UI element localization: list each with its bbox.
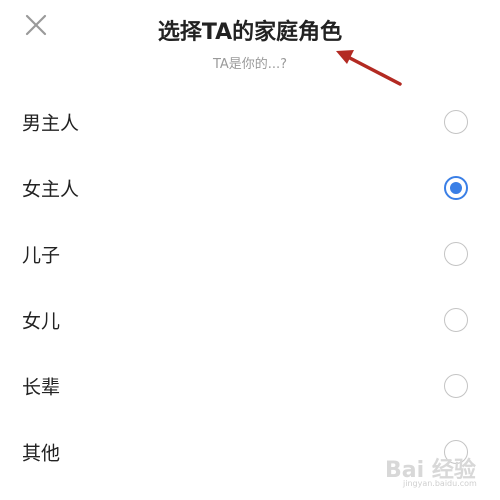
option-label: 其他: [22, 442, 61, 465]
option-label: 儿子: [22, 244, 61, 267]
option-label: 女儿: [22, 310, 61, 333]
option-row-female-host[interactable]: 女主人: [0, 155, 500, 221]
watermark-url: jingyan.baidu.com: [403, 479, 477, 488]
option-label: 女主人: [22, 178, 80, 201]
radio-button[interactable]: [444, 242, 468, 266]
radio-button[interactable]: [444, 110, 468, 134]
annotation-arrow-icon: [336, 50, 402, 86]
dialog-subtitle: TA是你的...?: [212, 57, 288, 72]
dialog-title: 选择TA的家庭角色: [157, 20, 343, 45]
radio-button[interactable]: [444, 374, 468, 398]
option-label: 男主人: [22, 112, 80, 135]
option-row-male-host[interactable]: 男主人: [0, 89, 500, 155]
radio-button[interactable]: [444, 308, 468, 332]
option-row-elder[interactable]: 长辈: [0, 353, 500, 419]
option-row-son[interactable]: 儿子: [0, 221, 500, 287]
radio-button-selected[interactable]: [444, 176, 468, 200]
option-label: 长辈: [22, 376, 61, 399]
option-row-daughter[interactable]: 女儿: [0, 287, 500, 353]
